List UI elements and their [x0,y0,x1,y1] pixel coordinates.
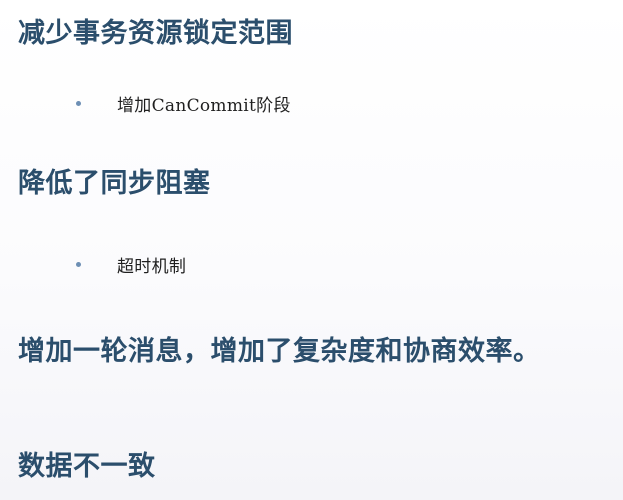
heading-reduce-lock-scope: 减少事务资源锁定范围 [18,18,293,49]
bullet-dot-icon [76,100,81,106]
heading-extra-message-round: 增加一轮消息，增加了复杂度和协商效率。 [18,336,541,367]
bullet-item-cancommit: 增加CanCommit阶段 [76,90,291,116]
bullet-text: 超时机制 [117,256,187,277]
bullet-item-timeout: 超时机制 [76,251,186,277]
slide: 减少事务资源锁定范围 增加CanCommit阶段 降低了同步阻塞 超时机制 增加… [0,0,623,500]
bullet-dot-icon [76,261,81,267]
heading-reduce-blocking: 降低了同步阻塞 [18,168,211,199]
heading-data-inconsistency: 数据不一致 [18,451,156,482]
bullet-text: 增加CanCommit阶段 [117,95,291,116]
